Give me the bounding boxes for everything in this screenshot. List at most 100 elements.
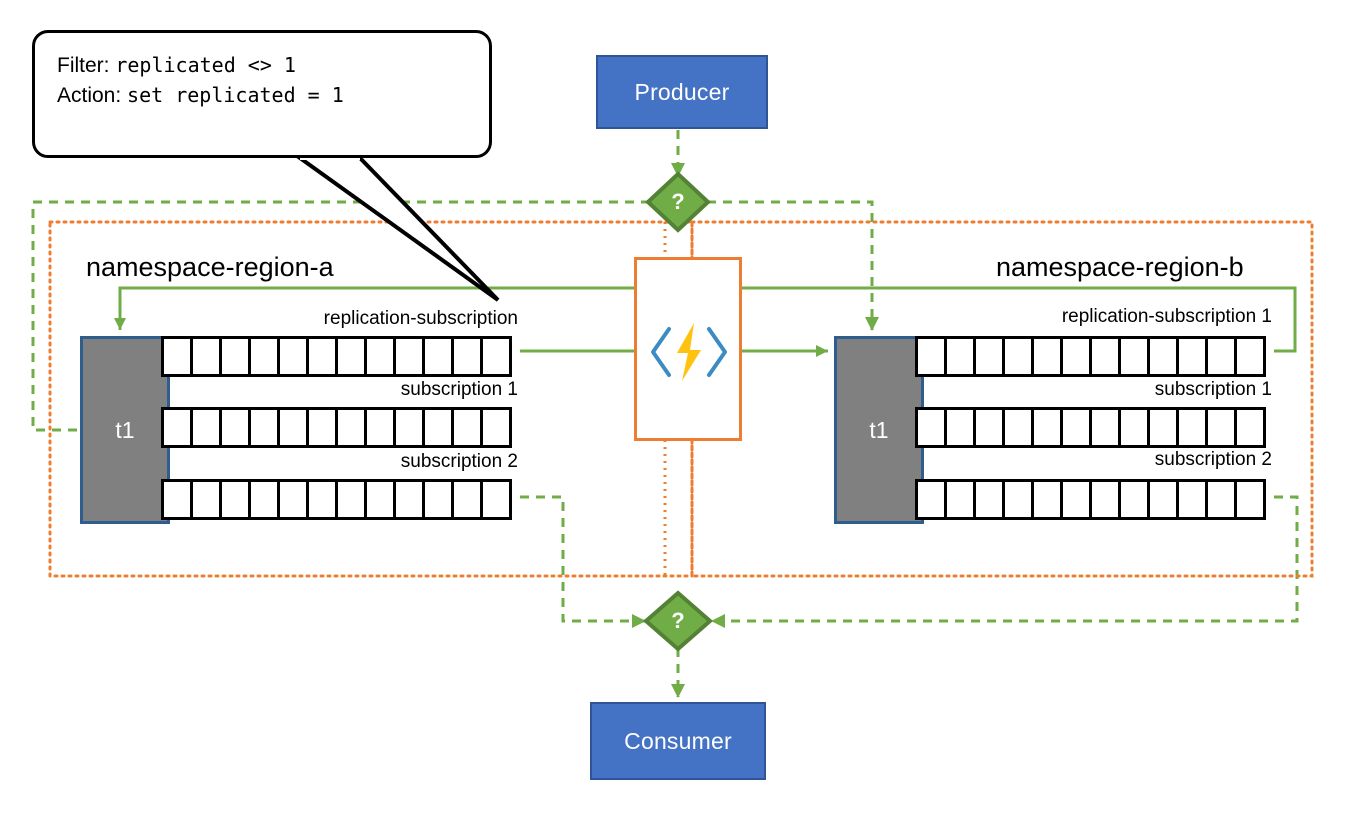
callout-filter-label: Filter: <box>57 54 110 77</box>
queue-cell <box>1147 479 1179 520</box>
callout-action-value: set replicated = 1 <box>127 82 344 107</box>
queue-cell <box>1031 336 1063 377</box>
queue-cell <box>335 407 367 448</box>
queue-cell <box>915 336 947 377</box>
queue-cell <box>306 336 338 377</box>
namespace-b-title: namespace-region-b <box>996 252 1244 282</box>
queue-cell <box>1234 336 1266 377</box>
queue-cell <box>1205 479 1237 520</box>
queue-cell <box>480 479 512 520</box>
queue-cell <box>190 407 222 448</box>
queue-cell <box>451 479 483 520</box>
namespace-b-topic[interactable]: t1 <box>834 336 924 524</box>
queue-cell <box>219 407 251 448</box>
namespace-a-topic[interactable]: t1 <box>80 336 170 524</box>
queue-cell <box>393 407 425 448</box>
replication-function-box[interactable] <box>634 257 742 441</box>
namespace-b-row-0-queue <box>915 336 1266 377</box>
callout-filter-line: Filter: replicated <> 1 <box>57 51 469 81</box>
callout-action-line: Action: set replicated = 1 <box>57 81 469 111</box>
queue-cell <box>161 479 193 520</box>
producer-label: Producer <box>634 78 730 105</box>
queue-cell <box>1147 336 1179 377</box>
queue-cell <box>451 407 483 448</box>
queue-cell <box>451 336 483 377</box>
queue-cell <box>915 479 947 520</box>
queue-cell <box>277 407 309 448</box>
namespace-a-title: namespace-region-a <box>86 252 334 282</box>
queue-cell <box>248 407 280 448</box>
queue-cell <box>1205 336 1237 377</box>
queue-cell <box>1147 407 1179 448</box>
namespace-a-row-1-queue <box>161 407 512 448</box>
consumer-box[interactable]: Consumer <box>590 702 766 780</box>
consumer-label: Consumer <box>624 727 732 754</box>
namespace-a-row-0-label: replication-subscription <box>323 308 518 329</box>
queue-cell <box>422 479 454 520</box>
queue-cell <box>277 479 309 520</box>
producer-box[interactable]: Producer <box>596 55 768 129</box>
queue-cell <box>190 479 222 520</box>
queue-cell <box>1089 479 1121 520</box>
callout-action-label: Action: <box>57 83 122 107</box>
queue-cell <box>1002 479 1034 520</box>
queue-cell <box>1234 407 1266 448</box>
queue-cell <box>1176 479 1208 520</box>
queue-cell <box>1089 407 1121 448</box>
queue-cell <box>422 336 454 377</box>
queue-cell <box>248 336 280 377</box>
queue-cell <box>393 336 425 377</box>
queue-cell <box>161 336 193 377</box>
bottom-decision-diamond[interactable] <box>642 590 714 652</box>
queue-cell <box>944 479 976 520</box>
queue-cell <box>1089 336 1121 377</box>
queue-cell <box>944 407 976 448</box>
queue-cell <box>1118 479 1150 520</box>
queue-cell <box>915 407 947 448</box>
queue-cell <box>161 407 193 448</box>
queue-cell <box>480 336 512 377</box>
queue-cell <box>1031 479 1063 520</box>
queue-cell <box>190 336 222 377</box>
diagram-canvas: Filter: replicated <> 1 Action: set repl… <box>0 0 1353 817</box>
namespace-b-row-2-label: subscription 2 <box>1154 449 1272 470</box>
queue-cell <box>277 336 309 377</box>
queue-cell <box>1002 407 1034 448</box>
queue-cell <box>422 407 454 448</box>
queue-cell <box>973 407 1005 448</box>
callout-filter-value: replicated <> 1 <box>115 53 296 77</box>
queue-cell <box>393 479 425 520</box>
namespace-b-row-2-queue <box>915 479 1266 520</box>
queue-cell <box>973 479 1005 520</box>
queue-cell <box>1060 407 1092 448</box>
namespace-b-row-0-label: replication-subscription 1 <box>1061 306 1272 327</box>
queue-cell <box>1234 479 1266 520</box>
namespace-a-row-1-label: subscription 1 <box>400 379 518 400</box>
queue-cell <box>1176 336 1208 377</box>
queue-cell <box>306 407 338 448</box>
replication-rule-callout: Filter: replicated <> 1 Action: set repl… <box>32 30 492 158</box>
queue-cell <box>1176 407 1208 448</box>
edge-region-a-sub2-to-bottom-decision <box>520 495 646 628</box>
queue-cell <box>1031 407 1063 448</box>
queue-cell <box>1205 407 1237 448</box>
queue-cell <box>1118 336 1150 377</box>
queue-cell <box>219 336 251 377</box>
queue-cell <box>973 336 1005 377</box>
namespace-a-row-0-queue <box>161 336 512 377</box>
namespace-a-row-2-queue <box>161 479 512 520</box>
namespace-b-row-1-queue <box>915 407 1266 448</box>
queue-cell <box>306 479 338 520</box>
queue-cell <box>1002 336 1034 377</box>
namespace-a-row-2-label: subscription 2 <box>400 451 518 472</box>
queue-cell <box>364 336 396 377</box>
queue-cell <box>1118 407 1150 448</box>
queue-cell <box>1060 336 1092 377</box>
queue-cell <box>364 407 396 448</box>
queue-cell <box>335 336 367 377</box>
namespace-a-topic-label: t1 <box>115 416 135 443</box>
queue-cell <box>219 479 251 520</box>
queue-cell <box>248 479 280 520</box>
queue-cell <box>335 479 367 520</box>
queue-cell <box>944 336 976 377</box>
